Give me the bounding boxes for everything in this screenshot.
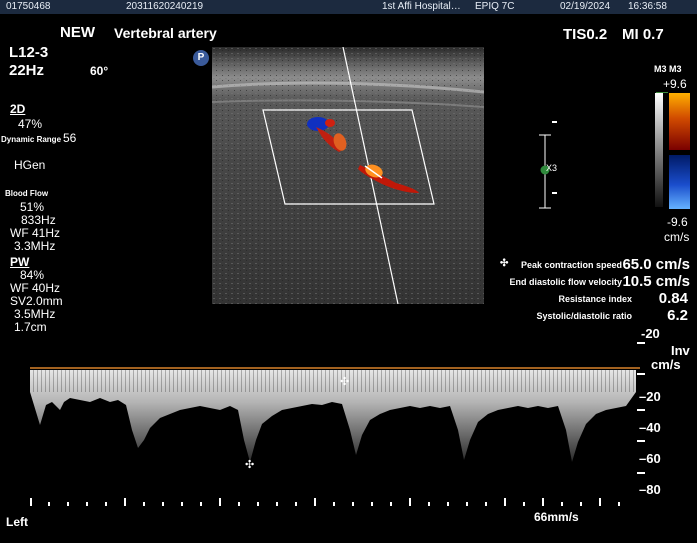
blood-flow-label: Blood Flow — [5, 189, 49, 198]
side-indicator: Left — [6, 515, 28, 529]
doppler-spectrum: ✣ ✣ — [30, 367, 640, 471]
color-bar-unit: cm/s — [664, 230, 690, 244]
zoom-factor: X3 — [546, 163, 558, 173]
doppler-velocity-scale: -20 Inv cm/s –20 –40 –60 –80 — [637, 322, 695, 502]
color-bar-min: -9.6 — [667, 215, 688, 229]
top-info-bar: 01750468 20311620240219 1st Affi Hospita… — [0, 0, 697, 14]
sweep-speed: 66mm/s — [534, 510, 579, 524]
invert-label: Inv — [671, 343, 690, 358]
sd-ratio-label: Systolic/diastolic ratio — [536, 311, 632, 321]
color-box-overlay — [262, 47, 435, 304]
svg-text:✣: ✣ — [245, 459, 254, 471]
exam-date: 02/19/2024 — [560, 1, 611, 12]
institution: 1st Affi Hospital… — [382, 1, 461, 12]
color-baseline-tick — [656, 92, 668, 93]
resistance-index-value: 0.84 — [658, 290, 688, 307]
mode-2d-label: 2D — [10, 102, 26, 116]
color-bar-max: +9.6 — [663, 77, 687, 91]
color-bar-positive — [669, 93, 690, 150]
dynamic-range-value: 56 — [63, 131, 77, 145]
measurement-row: Resistance index 0.84 — [500, 290, 690, 308]
dynamic-range-label: Dynamic Range — [1, 135, 62, 144]
end-diastolic-value: 10.5 cm/s — [622, 273, 690, 290]
exam-time: 16:36:58 — [628, 1, 667, 12]
gray-scale-bar — [655, 93, 663, 207]
blood-flow-frequency: 3.3MHz — [14, 239, 56, 253]
tis-value: TIS0.2 — [563, 26, 608, 43]
frame-rate: 22Hz — [9, 62, 45, 79]
exam-id: 20311620240219 — [126, 1, 204, 12]
measurement-row: End diastolic flow velocity 10.5 cm/s — [500, 273, 690, 291]
peak-speed-value: 65.0 cm/s — [622, 256, 690, 273]
status-new: NEW — [60, 24, 95, 41]
measurement-row: ✣ Peak contraction speed 65.0 cm/s — [500, 256, 690, 274]
scale-tick-40: –40 — [639, 420, 661, 435]
exam-title: Vertebral artery — [114, 25, 217, 41]
crosshair-icon: ✣ — [500, 258, 509, 269]
scale-tick-60: –60 — [639, 451, 661, 466]
svg-text:✣: ✣ — [340, 376, 349, 388]
probe-orientation-badge: P — [193, 50, 209, 66]
scale-unit: cm/s — [651, 357, 681, 372]
mi-value: MI 0.7 — [622, 26, 664, 43]
probe-name: L12-3 — [9, 44, 49, 61]
time-axis — [30, 498, 620, 506]
scale-top-label: -20 — [641, 326, 660, 341]
color-bar-negative — [669, 155, 690, 209]
peak-speed-label: Peak contraction speed — [520, 260, 622, 270]
steer-angle: 60° — [90, 64, 109, 78]
scale-tick-80: –80 — [639, 482, 661, 497]
patient-id: 01750468 — [6, 1, 51, 12]
mode-2d-gain: 47% — [18, 117, 43, 131]
system-name: EPIQ 7C — [475, 1, 515, 12]
end-diastolic-label: End diastolic flow velocity — [509, 277, 622, 287]
resistance-index-label: Resistance index — [558, 294, 632, 304]
scale-tick-20: –20 — [639, 389, 661, 404]
color-bar-title: M3 M3 — [654, 64, 682, 74]
preset-name: HGen — [14, 158, 46, 172]
